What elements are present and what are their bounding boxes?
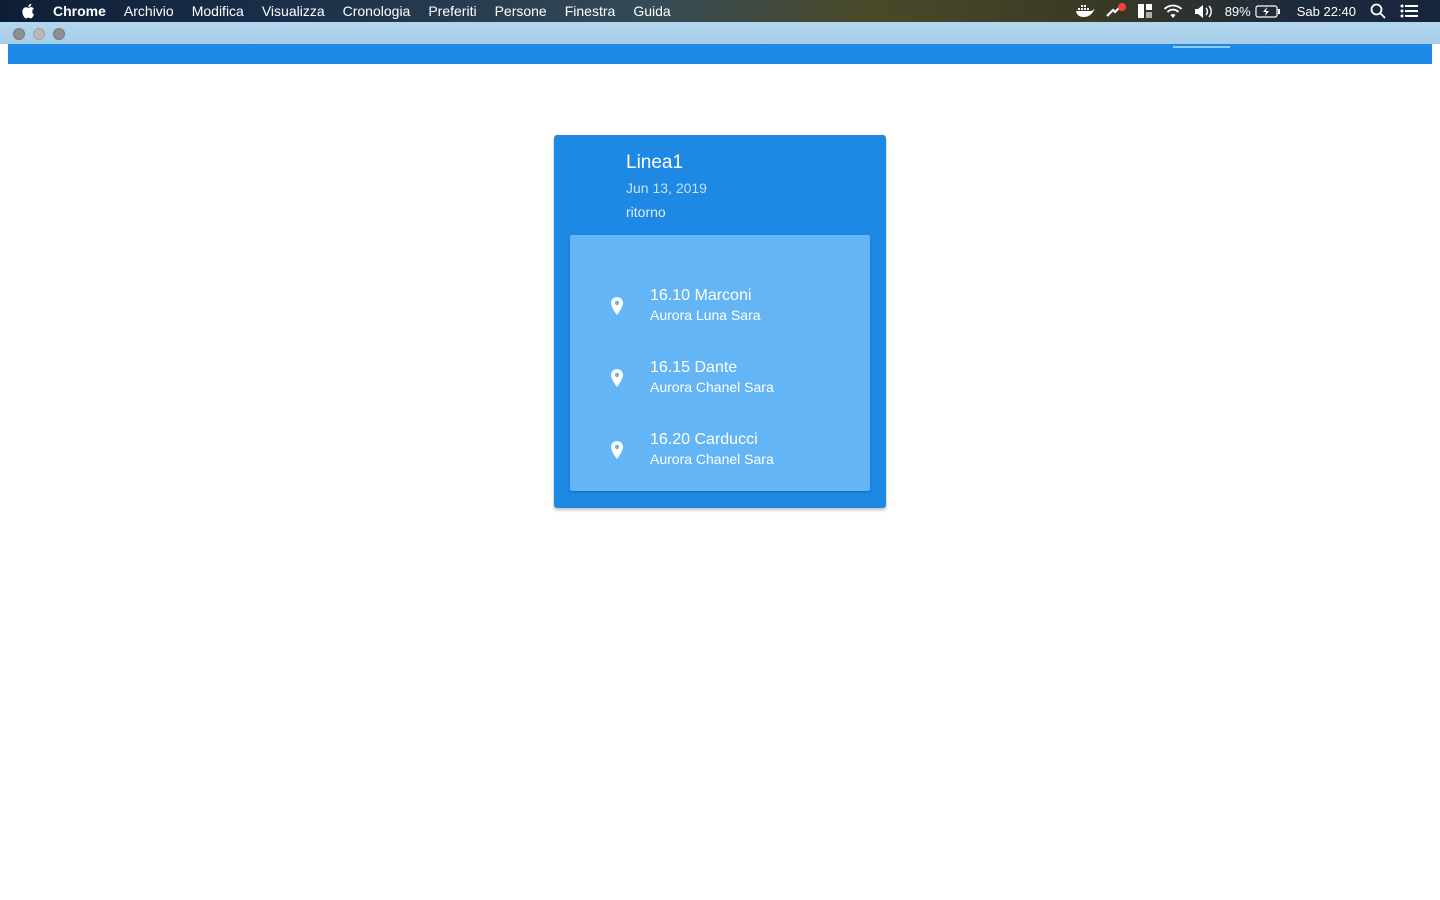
menu-app-name[interactable]: Chrome xyxy=(53,0,106,22)
route-date: Jun 13, 2019 xyxy=(626,180,707,196)
wifi-icon[interactable] xyxy=(1163,0,1183,22)
close-window-button[interactable] xyxy=(13,28,25,40)
volume-icon[interactable] xyxy=(1193,0,1215,22)
location-pin-icon xyxy=(608,295,626,319)
location-pin-icon xyxy=(608,367,626,391)
menu-modifica[interactable]: Modifica xyxy=(192,0,244,22)
menu-visualizza[interactable]: Visualizza xyxy=(262,0,325,22)
menu-finestra[interactable]: Finestra xyxy=(565,0,616,22)
stops-list: 16.10 Marconi Aurora Luna Sara 16.15 Dan… xyxy=(570,235,870,491)
active-tab-indicator xyxy=(1173,46,1230,48)
stop-item-2[interactable]: 16.15 Dante Aurora Chanel Sara xyxy=(570,355,870,405)
stop-item-1[interactable]: 16.10 Marconi Aurora Luna Sara xyxy=(570,283,870,333)
battery-icon[interactable] xyxy=(1255,0,1281,22)
stop-passengers: Aurora Chanel Sara xyxy=(650,379,774,395)
docker-icon[interactable] xyxy=(1075,0,1095,22)
location-pin-icon xyxy=(608,439,626,463)
stop-time-name: 16.10 Marconi xyxy=(650,287,752,304)
menu-guida[interactable]: Guida xyxy=(633,0,670,22)
menubar-tray: 89% Sab 22:40 xyxy=(1075,0,1440,22)
route-direction: ritorno xyxy=(626,204,666,220)
stop-item-3[interactable]: 16.20 Carducci Aurora Chanel Sara xyxy=(570,427,870,477)
minimize-window-button[interactable] xyxy=(33,28,45,40)
zoom-window-button[interactable] xyxy=(53,28,65,40)
route-card: Linea1 Jun 13, 2019 ritorno 16.10 Marcon… xyxy=(554,135,886,508)
menu-preferiti[interactable]: Preferiti xyxy=(428,0,476,22)
menu-archivio[interactable]: Archivio xyxy=(124,0,174,22)
menubar-clock[interactable]: Sab 22:40 xyxy=(1297,4,1356,19)
macos-menubar: Chrome Archivio Modifica Visualizza Cron… xyxy=(0,0,1440,22)
stop-time-name: 16.15 Dante xyxy=(650,359,738,376)
search-icon[interactable] xyxy=(1370,0,1386,22)
apple-logo-icon[interactable] xyxy=(19,2,37,20)
split-view-icon[interactable] xyxy=(1137,0,1153,22)
menu-cronologia[interactable]: Cronologia xyxy=(343,0,411,22)
stop-passengers: Aurora Luna Sara xyxy=(650,307,761,323)
notification-icon[interactable] xyxy=(1105,0,1127,22)
battery-percentage: 89% xyxy=(1224,3,1251,19)
stop-passengers: Aurora Chanel Sara xyxy=(650,451,774,467)
app-toolbar xyxy=(8,44,1432,64)
route-title: Linea1 xyxy=(626,152,684,173)
stop-time-name: 16.20 Carducci xyxy=(650,431,758,448)
notification-center-icon[interactable] xyxy=(1400,0,1418,22)
menu-persone[interactable]: Persone xyxy=(495,0,547,22)
window-titlebar xyxy=(0,22,1440,44)
